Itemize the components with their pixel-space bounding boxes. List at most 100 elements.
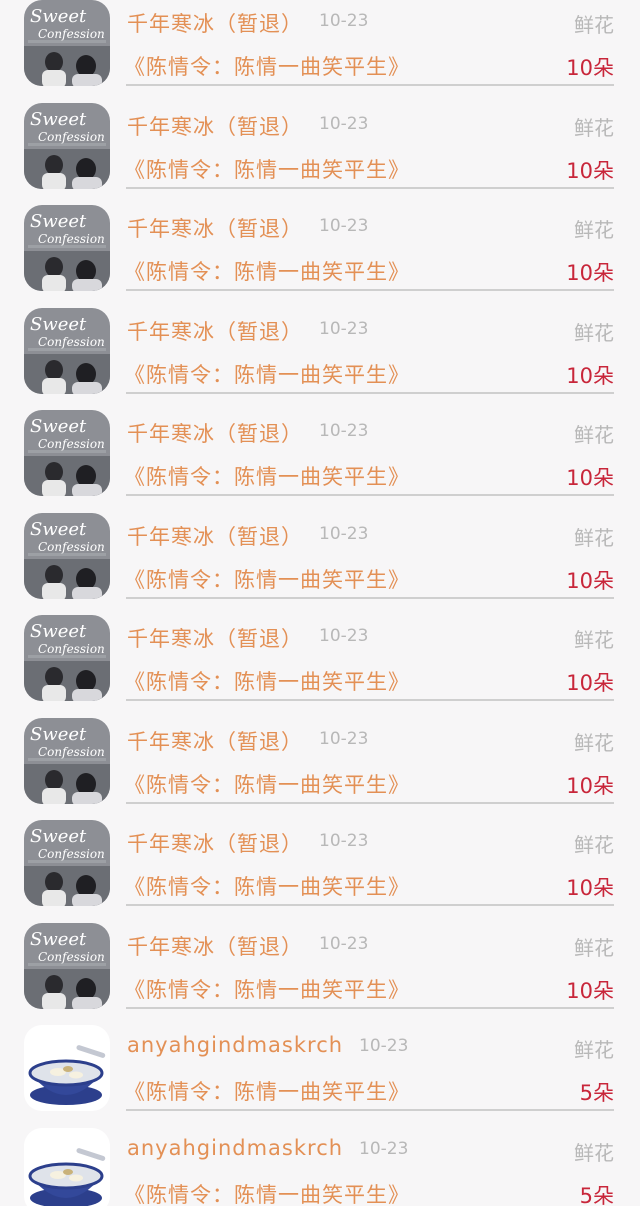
user-avatar[interactable] [24,1025,110,1111]
svg-text:Confession: Confession [38,745,105,759]
work-title[interactable]: 《陈情令：陈情一曲笑平生》 [124,1076,410,1106]
user-avatar[interactable]: Sweet Confession [24,512,110,599]
gift-record-row[interactable]: Sweet Confession 千年寒冰（暂退） 10-23 鲜花 《陈情令：陈情一曲笑… [0,205,640,308]
user-name[interactable]: 千年寒冰（暂退） [127,213,303,243]
gift-count: 10朵 [566,261,614,285]
row-divider [126,391,614,394]
gift-date: 10-23 [319,523,369,544]
gift-type: 鲜花 [574,935,614,960]
gift-date: 10-23 [359,1138,409,1159]
gift-type: 鲜花 [574,730,614,755]
svg-text:Sweet: Sweet [30,519,87,540]
row-divider [126,494,614,496]
user-name[interactable]: 千年寒冰（暂退） [127,316,303,346]
gift-type: 鲜花 [574,1038,614,1062]
svg-text:Sweet: Sweet [30,416,87,437]
gift-count: 10朵 [566,978,614,1003]
user-name[interactable]: 千年寒冰（暂退） [127,111,303,141]
svg-text:Confession: Confession [38,642,105,656]
svg-text:Confession: Confession [38,27,105,41]
gift-type: 鲜花 [574,833,614,857]
work-title[interactable]: 《陈情令：陈情一曲笑平生》 [124,1179,410,1206]
user-name[interactable]: anyahgindmaskrch [127,1033,343,1057]
gift-type: 鲜花 [574,628,614,652]
user-avatar[interactable]: Sweet Confession [24,615,110,701]
gift-type: 鲜花 [574,1140,614,1165]
gift-count: 10朵 [566,876,614,900]
work-title[interactable]: 《陈情令：陈情一曲笑平生》 [124,974,410,1004]
user-avatar[interactable]: Sweet Confession [24,307,110,394]
gift-date: 10-23 [319,11,369,31]
gift-record-row[interactable]: Sweet Confession 千年寒冰（暂退） 10-23 鲜花 《陈情令：陈情一曲笑… [0,102,640,206]
gift-date: 10-23 [319,831,369,851]
gift-count: 10朵 [566,671,614,695]
user-name[interactable]: anyahgindmaskrch [127,1136,343,1160]
svg-text:Sweet: Sweet [30,6,87,27]
gift-record-row[interactable]: Sweet Confession 千年寒冰（暂退） 10-23 鲜花《陈情令：陈情一曲笑… [0,307,640,411]
work-title[interactable]: 《陈情令：陈情一曲笑平生》 [124,154,410,184]
svg-text:Confession: Confession [38,130,105,144]
user-avatar[interactable]: Sweet Confession [24,820,110,906]
gift-record-row[interactable]: Sweet Confession 千年寒冰（暂退） 10-23 鲜花 《陈情令：陈情一曲笑… [0,0,640,103]
svg-text:Confession: Confession [38,232,105,246]
svg-text:Sweet: Sweet [30,109,87,130]
user-avatar[interactable] [24,1127,110,1206]
gift-count: 10朵 [566,568,614,593]
gift-type: 鲜花 [574,423,614,447]
user-name[interactable]: 千年寒冰（暂退） [127,726,303,756]
svg-text:Sweet: Sweet [30,724,87,745]
gift-record-row[interactable]: Sweet Confession 千年寒冰（暂退） 10-23 鲜花 《陈情令：陈情一曲笑… [0,512,640,616]
row-divider [126,1109,614,1111]
gift-record-row[interactable]: Sweet Confession 千年寒冰（暂退） 10-23 鲜花《陈情令：陈情一曲笑… [0,820,640,923]
gift-count: 10朵 [566,56,614,80]
gift-count: 10朵 [566,773,614,798]
svg-text:Confession: Confession [38,437,105,451]
user-avatar[interactable]: Sweet Confession [24,102,110,189]
gift-date: 10-23 [319,318,369,339]
gift-record-list: Sweet Confession 千年寒冰（暂退） 10-23 鲜花 《陈情令：陈情一曲笑… [0,0,640,1206]
work-title[interactable]: 《陈情令：陈情一曲笑平生》 [124,871,410,901]
user-avatar[interactable]: Sweet Confession [24,0,110,86]
user-name[interactable]: 千年寒冰（暂退） [127,521,303,551]
work-title[interactable]: 《陈情令：陈情一曲笑平生》 [124,461,410,491]
gift-record-row[interactable]: Sweet Confession 千年寒冰（暂退） 10-23 鲜花 《陈情令：陈情一曲笑… [0,922,640,1026]
gift-date: 10-23 [359,1036,409,1056]
gift-count: 10朵 [566,466,614,490]
gift-date: 10-23 [319,113,369,134]
row-divider [126,186,614,189]
svg-text:Confession: Confession [38,335,105,349]
work-title[interactable]: 《陈情令：陈情一曲笑平生》 [124,359,410,389]
work-title[interactable]: 《陈情令：陈情一曲笑平生》 [124,51,410,81]
row-divider [126,84,614,86]
gift-count: 5朵 [579,1081,614,1105]
gift-count: 5朵 [579,1183,614,1206]
user-avatar[interactable]: Sweet Confession [24,717,110,804]
gift-date: 10-23 [319,421,369,441]
work-title[interactable]: 《陈情令：陈情一曲笑平生》 [124,564,410,594]
gift-record-row[interactable]: Sweet Confession 千年寒冰（暂退） 10-23 鲜花 《陈情令：陈情一曲笑… [0,717,640,821]
svg-text:Sweet: Sweet [30,211,87,232]
gift-count: 10朵 [566,158,614,183]
row-divider [126,699,614,701]
svg-text:Sweet: Sweet [30,826,87,847]
user-avatar[interactable]: Sweet Confession [24,205,110,291]
gift-date: 10-23 [319,216,369,236]
gift-record-row[interactable]: anyahgindmaskrch 10-23 鲜花《陈情令：陈情一曲笑平生》 5朵 [0,1025,640,1128]
work-title[interactable]: 《陈情令：陈情一曲笑平生》 [124,666,410,696]
gift-record-row[interactable]: Sweet Confession 千年寒冰（暂退） 10-23 鲜花《陈情令：陈情一曲笑… [0,410,640,513]
work-title[interactable]: 《陈情令：陈情一曲笑平生》 [124,256,410,286]
user-name[interactable]: 千年寒冰（暂退） [127,8,303,38]
user-avatar[interactable]: Sweet Confession [24,410,110,496]
gift-record-row[interactable]: Sweet Confession 千年寒冰（暂退） 10-23 鲜花 《陈情令：陈情一曲笑… [0,615,640,718]
user-avatar[interactable]: Sweet Confession [24,922,110,1009]
svg-text:Confession: Confession [38,540,105,554]
work-title[interactable]: 《陈情令：陈情一曲笑平生》 [124,769,410,799]
gift-type: 鲜花 [574,320,614,345]
gift-record-row[interactable]: anyahgindmaskrch 10-23 鲜花《陈情令：陈情一曲笑平生》 5朵 [0,1127,640,1206]
user-name[interactable]: 千年寒冰（暂退） [127,828,303,858]
user-name[interactable]: 千年寒冰（暂退） [127,623,303,653]
user-name[interactable]: 千年寒冰（暂退） [127,418,303,448]
user-name[interactable]: 千年寒冰（暂退） [127,931,303,961]
row-divider [126,904,614,906]
row-divider [126,1006,614,1009]
